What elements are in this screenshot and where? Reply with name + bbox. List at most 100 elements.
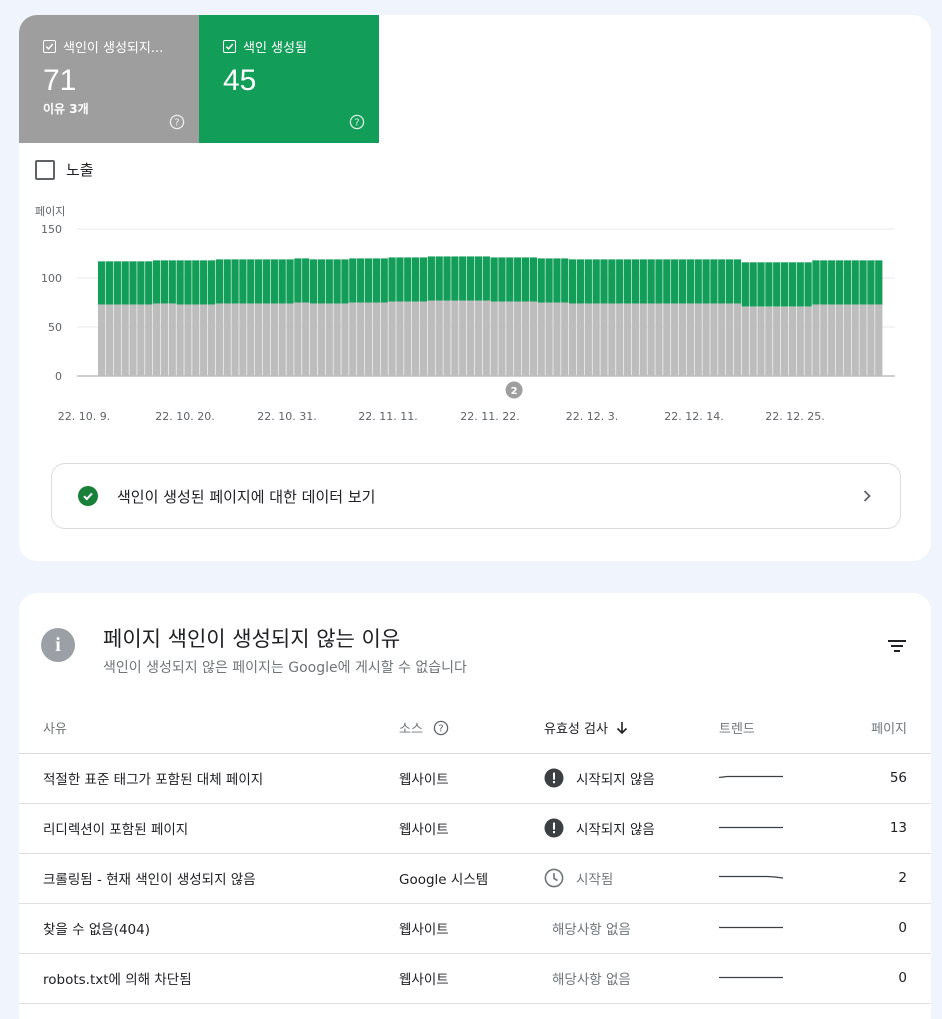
pages-cell: 0 <box>844 903 931 954</box>
bar-indexed <box>631 259 640 304</box>
check-circle-icon <box>78 486 98 506</box>
bar-not-indexed <box>820 304 828 376</box>
bar-not-indexed <box>514 301 522 376</box>
bar-not-indexed <box>113 304 121 376</box>
bar-not-indexed <box>129 304 137 376</box>
bar-not-indexed <box>545 302 553 376</box>
bar-not-indexed <box>435 300 443 376</box>
section-subtitle: 색인이 생성되지 않은 페이지는 Google에 게시할 수 없습니다 <box>103 660 467 676</box>
bar-indexed <box>569 259 577 304</box>
bar-indexed <box>749 262 757 307</box>
bar-not-indexed <box>396 301 404 376</box>
reason-cell: 크롤링됨 - 현재 색인이 생성되지 않음 <box>19 853 399 904</box>
bar-indexed <box>239 259 247 304</box>
bar-indexed <box>223 259 231 304</box>
bar-not-indexed <box>592 303 600 376</box>
view-indexed-data-link[interactable]: 색인이 생성된 페이지에 대한 데이터 보기 <box>51 463 901 529</box>
bar-not-indexed <box>145 304 153 376</box>
bar-indexed <box>506 257 514 302</box>
validation-status: 시작되지 않음 <box>576 772 655 788</box>
bar-indexed <box>255 259 263 304</box>
checkbox-checked-icon[interactable] <box>43 40 56 53</box>
table-row[interactable]: 리디렉션이 포함된 페이지 웹사이트 시작되지 않음 13 <box>19 803 931 854</box>
tile-label: 색인 생성됨 <box>243 41 307 56</box>
bar-indexed <box>192 260 200 305</box>
table-row[interactable]: 크롤링됨 - 현재 색인이 생성되지 않음 Google 시스템 시작됨 2 <box>19 853 931 904</box>
not-indexed-tile[interactable]: 색인이 생성되지... 71 이유 3개 ? <box>19 15 199 143</box>
y-tick-label: 150 <box>41 223 62 236</box>
clock-icon <box>544 868 564 888</box>
bar-not-indexed <box>223 303 231 376</box>
bar-indexed <box>435 256 443 301</box>
bar-indexed <box>129 261 137 305</box>
help-icon[interactable]: ? <box>169 114 185 130</box>
col-source[interactable]: 소스 ? <box>399 703 544 754</box>
trend-cell <box>719 803 844 854</box>
impressions-label: 노출 <box>66 161 94 179</box>
bar-indexed <box>545 258 553 303</box>
pages-cell: 13 <box>844 803 931 854</box>
table-row[interactable]: 찾을 수 없음(404) 웹사이트 해당사항 없음 0 <box>19 903 931 954</box>
table-row[interactable]: 적절한 표준 태그가 포함된 대체 페이지 웹사이트 시작되지 않음 56 <box>19 753 931 804</box>
bar-indexed <box>98 261 106 305</box>
bar-not-indexed <box>584 303 592 376</box>
bar-not-indexed <box>773 306 781 376</box>
validation-cell: 시작됨 <box>544 853 719 904</box>
help-icon[interactable]: ? <box>349 114 365 130</box>
bar-not-indexed <box>796 306 804 376</box>
bar-not-indexed <box>341 303 349 376</box>
bar-indexed <box>576 259 585 304</box>
table-row[interactable]: robots.txt에 의해 차단됨 웹사이트 해당사항 없음 0 <box>19 953 931 1004</box>
bar-indexed <box>412 257 420 302</box>
bar-indexed <box>647 259 655 304</box>
table-header-row: 사유 소스 ? 유효성 검사 트렌드 페이지 <box>19 703 931 754</box>
bar-not-indexed <box>333 303 341 376</box>
bar-not-indexed <box>357 302 365 376</box>
bar-not-indexed <box>726 303 734 376</box>
bar-indexed <box>859 260 867 305</box>
y-axis-label: 페이지 <box>35 205 65 218</box>
bar-indexed <box>333 259 341 304</box>
validation-status: 해당사항 없음 <box>552 972 631 988</box>
col-reason[interactable]: 사유 <box>19 703 399 754</box>
filter-icon[interactable] <box>887 638 907 654</box>
bar-not-indexed <box>569 303 577 376</box>
col-trend[interactable]: 트렌드 <box>719 703 844 754</box>
chevron-right-icon <box>863 490 871 502</box>
help-icon[interactable]: ? <box>433 720 449 736</box>
col-pages[interactable]: 페이지 <box>844 703 931 754</box>
link-label: 색인이 생성된 페이지에 대한 데이터 보기 <box>117 487 376 506</box>
bar-not-indexed <box>576 303 585 376</box>
x-tick-label: 22. 12. 25. <box>765 410 824 423</box>
bar-indexed <box>231 259 239 304</box>
indexed-tile[interactable]: 색인 생성됨 45 ? <box>199 15 379 143</box>
bar-indexed <box>812 260 820 305</box>
col-validation[interactable]: 유효성 검사 <box>544 703 719 754</box>
bar-indexed <box>427 256 435 301</box>
bar-indexed <box>176 260 184 305</box>
bar-not-indexed <box>247 303 255 376</box>
bar-not-indexed <box>671 303 679 376</box>
bar-indexed <box>419 257 428 302</box>
bar-indexed <box>286 259 294 304</box>
bar-indexed <box>828 260 836 305</box>
bar-indexed <box>592 259 600 304</box>
y-tick-label: 50 <box>48 321 62 334</box>
trend-cell <box>719 853 844 904</box>
bar-not-indexed <box>404 301 412 376</box>
bar-not-indexed <box>105 304 114 376</box>
reason-cell: 찾을 수 없음(404) <box>19 903 399 954</box>
checkbox-unchecked-icon[interactable] <box>35 159 55 180</box>
bar-indexed <box>616 259 624 304</box>
impressions-checkbox[interactable]: 노출 <box>35 159 94 180</box>
bar-not-indexed <box>317 303 326 376</box>
section-title: 페이지 색인이 생성되지 않는 이유 <box>103 627 401 651</box>
checkbox-checked-icon[interactable] <box>223 40 236 53</box>
bar-not-indexed <box>623 303 632 376</box>
bar-not-indexed <box>380 302 388 376</box>
bar-not-indexed <box>804 306 812 376</box>
bar-indexed <box>145 261 153 305</box>
bar-indexed <box>623 259 632 304</box>
bar-indexed <box>757 262 765 307</box>
bar-not-indexed <box>529 301 537 376</box>
